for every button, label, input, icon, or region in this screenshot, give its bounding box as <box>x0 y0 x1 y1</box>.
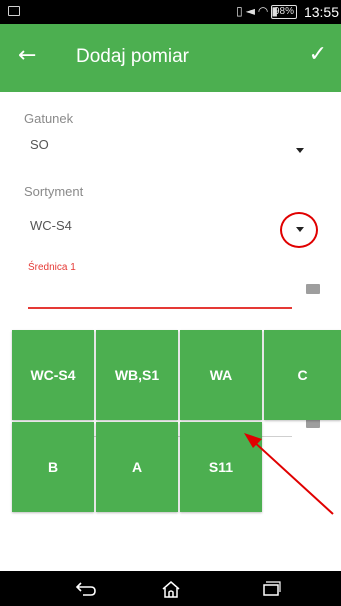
annotation-arrow <box>244 433 334 515</box>
back-nav-icon[interactable] <box>75 579 97 597</box>
navigation-bar <box>0 571 341 606</box>
recents-nav-icon[interactable] <box>260 579 282 597</box>
home-nav-icon[interactable] <box>160 579 182 599</box>
